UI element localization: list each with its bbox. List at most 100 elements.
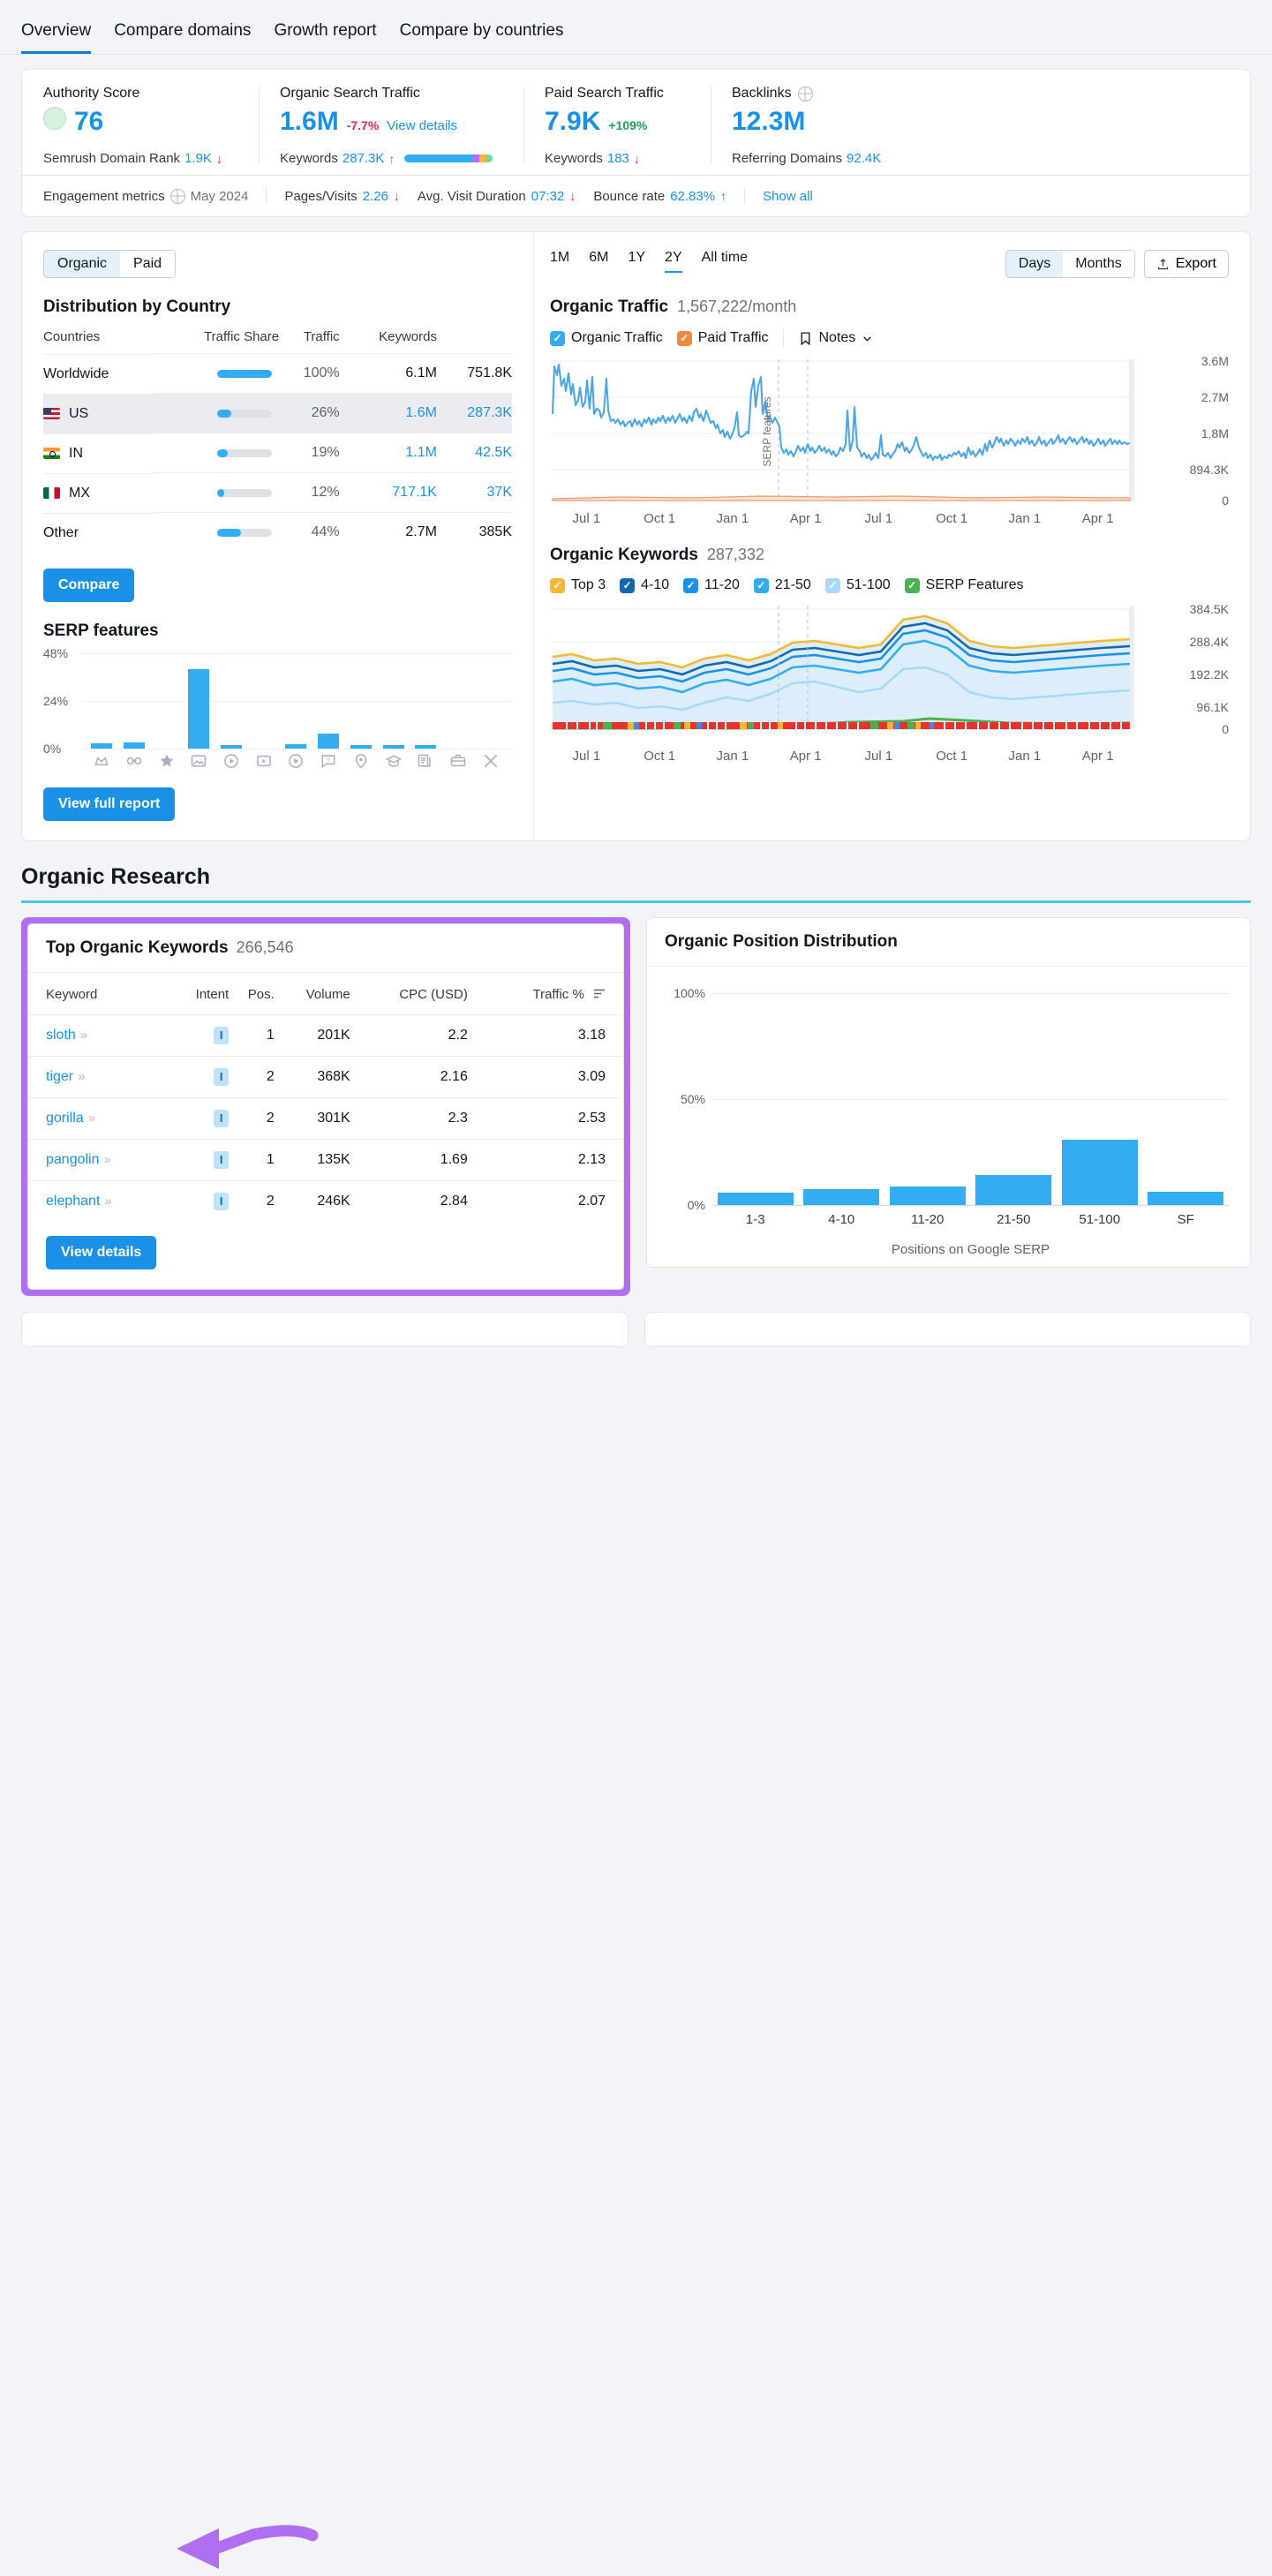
tab-overview[interactable]: Overview: [21, 21, 92, 54]
serp-features-title: SERP features: [43, 621, 159, 640]
chevron-right-icon[interactable]: »: [88, 1111, 95, 1126]
keywords-card-title: Top Organic Keywords: [46, 938, 229, 957]
tab-growth-report[interactable]: Growth report: [274, 21, 376, 54]
legend-21-50[interactable]: ✓ 21-50: [753, 577, 811, 593]
tab-compare-domains[interactable]: Compare domains: [114, 21, 251, 54]
legend-11-20[interactable]: ✓ 11-20: [683, 577, 740, 593]
metric-backlinks: Backlinks 12.3M Referring Domains 92.4K: [711, 86, 993, 166]
toggle-organic[interactable]: Organic: [44, 251, 122, 277]
range-1y[interactable]: 1Y: [628, 250, 645, 273]
legend-top-3[interactable]: ✓ Top 3: [550, 577, 606, 593]
serp-bars: [86, 653, 507, 749]
organic-research-grid: Top Organic Keywords 266,546 Keyword Int…: [0, 916, 1272, 2569]
country-name: US: [69, 405, 89, 421]
checkbox-checked-icon[interactable]: ✓: [683, 577, 699, 593]
chevron-right-icon[interactable]: »: [80, 1028, 87, 1043]
granularity-months[interactable]: Months: [1063, 251, 1134, 277]
compare-button[interactable]: Compare: [43, 568, 135, 602]
table-row[interactable]: Other 44% 2.7M 385K: [43, 512, 512, 553]
top-organic-keywords-card: Top Organic Keywords 266,546 Keyword Int…: [27, 923, 624, 2569]
table-row[interactable]: sloth » I 1 201K 2.2 3.18: [28, 1013, 623, 1056]
organic-view-details-link[interactable]: View details: [387, 118, 457, 133]
granularity-days[interactable]: Days: [1005, 251, 1065, 277]
range-2y[interactable]: 2Y: [665, 250, 682, 273]
table-row[interactable]: pangolin » I 1 135K 1.69 2.13: [28, 1138, 623, 1180]
keyword-link[interactable]: elephant: [46, 1194, 100, 1209]
organic-paid-toggle[interactable]: Organic Paid: [43, 250, 177, 278]
tab-compare-by-countries[interactable]: Compare by countries: [400, 21, 564, 54]
video-preview-icon: [280, 752, 312, 770]
sort-icon[interactable]: [593, 987, 606, 1002]
checkbox-checked-icon[interactable]: ✓: [824, 577, 840, 593]
checkbox-checked-icon[interactable]: ✓: [676, 330, 692, 346]
organic-keywords-value: 287.3K: [342, 151, 385, 166]
keyword-link[interactable]: sloth: [46, 1028, 76, 1043]
table-row[interactable]: gorilla » I 2 301K 2.3 2.53: [28, 1096, 623, 1139]
traffic-value[interactable]: 717.1K: [339, 472, 437, 513]
col-traffic-pct[interactable]: Traffic %: [468, 973, 623, 1015]
legend-organic-traffic-label: Organic Traffic: [571, 330, 663, 345]
range-6m[interactable]: 6M: [589, 250, 608, 273]
table-row[interactable]: MX 12% 717.1K 37K: [43, 472, 512, 513]
engagement-pages-visits: Pages/Visits 2.26 ↓: [284, 189, 417, 204]
legend-organic-traffic[interactable]: ✓ Organic Traffic: [550, 330, 663, 346]
position-bar-51-100[interactable]: [1057, 993, 1143, 1205]
toggle-paid[interactable]: Paid: [120, 251, 176, 277]
keyword-link[interactable]: gorilla: [46, 1111, 84, 1126]
visit-duration-value: 07:32: [531, 188, 565, 204]
legend-paid-traffic[interactable]: ✓ Paid Traffic: [676, 330, 769, 346]
table-row[interactable]: US 26% 1.6M 287.3K: [43, 393, 512, 433]
table-row[interactable]: elephant » I 2 246K 2.84 2.07: [28, 1179, 623, 1222]
notes-dropdown[interactable]: Notes: [798, 330, 874, 346]
keyword-link[interactable]: pangolin: [46, 1152, 100, 1167]
xtick-oct1-a: Oct 1: [644, 511, 676, 526]
xtick-oct1-a: Oct 1: [644, 749, 676, 764]
backlinks-value: 12.3M: [732, 107, 806, 136]
granularity-toggle[interactable]: Days Months: [1005, 250, 1135, 278]
checkbox-checked-icon[interactable]: ✓: [620, 577, 636, 593]
table-row[interactable]: tiger » I 2 368K 2.16 3.09: [28, 1055, 623, 1097]
intent-badge[interactable]: I: [214, 1026, 230, 1044]
bounce-rate-value: 62.83%: [670, 188, 716, 204]
keywords-value[interactable]: 287.3K: [436, 393, 512, 433]
chevron-right-icon[interactable]: »: [104, 1152, 111, 1167]
checkbox-checked-icon[interactable]: ✓: [904, 577, 920, 593]
top-keywords-table: Keyword Intent Pos. Volume CPC (USD) Tra…: [28, 973, 623, 1222]
position-bar-4-10[interactable]: [799, 993, 885, 1205]
keywords-value[interactable]: 37K: [436, 472, 512, 513]
keywords-value[interactable]: 42.5K: [436, 433, 512, 473]
legend-serp-features[interactable]: ✓ SERP Features: [904, 577, 1024, 593]
range-all-time[interactable]: All time: [702, 250, 748, 273]
intent-badge[interactable]: I: [214, 1150, 230, 1169]
position-bar-1-3[interactable]: [712, 993, 799, 1205]
checkbox-checked-icon[interactable]: ✓: [550, 577, 565, 593]
traffic-value[interactable]: 1.1M: [339, 433, 437, 473]
position-bar-11-20[interactable]: [884, 993, 971, 1205]
position-bar-SF[interactable]: [1143, 993, 1230, 1205]
traffic-value[interactable]: 1.6M: [339, 393, 437, 433]
traffic-pct-value: 2.13: [467, 1138, 623, 1180]
checkbox-checked-icon[interactable]: ✓: [550, 330, 565, 346]
range-1m[interactable]: 1M: [550, 250, 569, 273]
intent-badge[interactable]: I: [214, 1192, 230, 1210]
view-details-button[interactable]: View details: [46, 1235, 157, 1269]
chevron-right-icon[interactable]: »: [104, 1194, 111, 1209]
view-full-report-button[interactable]: View full report: [43, 787, 176, 821]
intent-badge[interactable]: I: [214, 1109, 230, 1127]
flag-mx-icon: [43, 487, 60, 499]
position-bar-21-50[interactable]: [971, 993, 1057, 1205]
show-all-link[interactable]: Show all: [763, 189, 813, 204]
legend-51-100[interactable]: ✓ 51-100: [824, 577, 891, 593]
intent-badge[interactable]: I: [214, 1067, 230, 1086]
chevron-right-icon[interactable]: »: [78, 1069, 85, 1084]
paid-keywords-value: 183: [606, 151, 629, 166]
keyword-link[interactable]: tiger: [46, 1069, 73, 1084]
traffic-chart-y-axis: 3.6M 2.7M 1.8M 894.3K 0: [1172, 354, 1229, 526]
table-row[interactable]: Worldwide 100% 6.1M 751.8K: [43, 353, 512, 394]
metric-organic-search-traffic: Organic Search Traffic 1.6M -7.7% View d…: [259, 86, 523, 166]
table-row[interactable]: IN 19% 1.1M 42.5K: [43, 433, 512, 473]
checkbox-checked-icon[interactable]: ✓: [753, 577, 769, 593]
export-button[interactable]: Export: [1143, 250, 1229, 278]
legend-4-10[interactable]: ✓ 4-10: [620, 577, 669, 593]
xtick-jan1-b: Jan 1: [1008, 511, 1042, 526]
